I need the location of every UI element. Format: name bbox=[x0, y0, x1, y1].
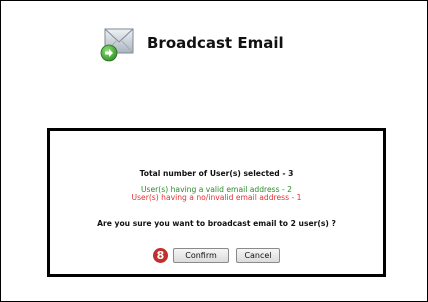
page-header: Broadcast Email bbox=[99, 21, 284, 65]
cancel-button[interactable]: Cancel bbox=[236, 248, 280, 263]
total-users-text: Total number of User(s) selected - 3 bbox=[139, 169, 294, 178]
page-title: Broadcast Email bbox=[147, 34, 284, 52]
step-number-badge: 8 bbox=[153, 248, 168, 263]
confirm-button[interactable]: Confirm bbox=[173, 248, 229, 263]
confirm-question-text: Are you sure you want to broadcast email… bbox=[97, 219, 336, 228]
invalid-email-text: User(s) having a no/invalid email addres… bbox=[131, 193, 302, 202]
page-frame: Broadcast Email Total number of User(s) … bbox=[0, 0, 428, 302]
dialog-actions: 8 Confirm Cancel bbox=[50, 248, 383, 263]
envelope-arrow-icon bbox=[99, 23, 135, 63]
broadcast-confirm-dialog: Total number of User(s) selected - 3 Use… bbox=[47, 128, 386, 277]
